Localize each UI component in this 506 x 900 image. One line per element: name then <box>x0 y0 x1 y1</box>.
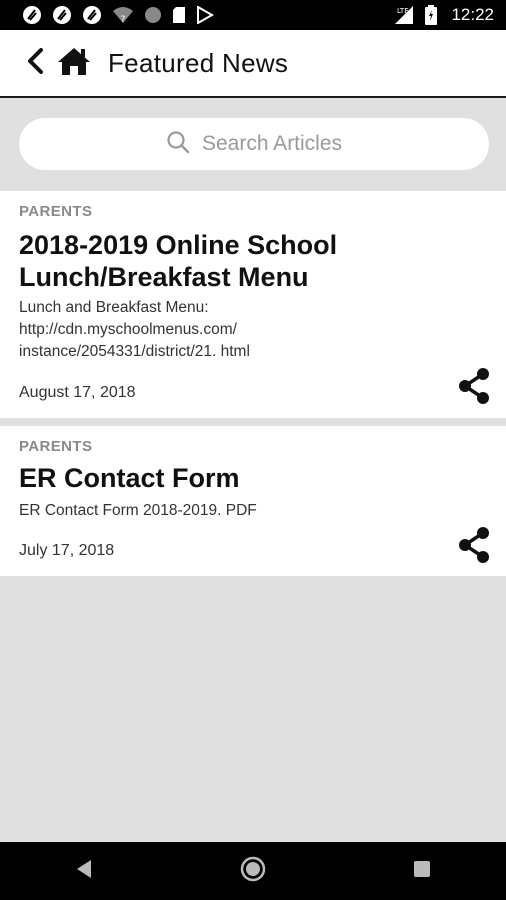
nav-back-button[interactable] <box>64 851 104 891</box>
status-bar-right: LTE 12:22 <box>393 5 494 25</box>
signal-icon: LTE <box>393 5 415 25</box>
chevron-left-icon <box>26 47 44 79</box>
article-summary-line: ER Contact Form 2018-2019. PDF <box>19 502 257 519</box>
share-button[interactable] <box>458 527 490 563</box>
article-summary: ER Contact Form 2018-2019. PDF <box>19 500 446 522</box>
recents-square-icon <box>413 860 431 883</box>
article-card[interactable]: PARENTS 2018-2019 Online School Lunch/Br… <box>0 191 506 418</box>
nav-recents-button[interactable] <box>402 851 442 891</box>
article-title-line: 2018-2019 Online School <box>19 230 338 260</box>
play-store-icon <box>196 6 214 24</box>
search-area: Search Articles <box>0 100 506 190</box>
app-notification-icon <box>52 5 72 25</box>
app-bar: Featured News <box>0 30 506 98</box>
status-bar-left: ? <box>22 5 214 25</box>
back-button[interactable] <box>26 46 48 80</box>
nav-home-button[interactable] <box>233 851 273 891</box>
page-title: Featured News <box>108 47 289 78</box>
article-title[interactable]: ER Contact Form <box>19 462 487 494</box>
search-placeholder: Search Articles <box>201 132 343 155</box>
article-category: PARENTS <box>19 438 93 455</box>
circle-icon <box>144 6 162 24</box>
article-summary-line: Lunch and Breakfast Menu: <box>19 299 209 316</box>
article-title-line: ER Contact Form <box>19 463 240 493</box>
app-notification-icon <box>82 5 102 25</box>
home-circle-icon <box>240 856 266 887</box>
share-icon <box>458 527 490 567</box>
back-triangle-icon <box>75 859 93 884</box>
home-button[interactable] <box>56 46 92 80</box>
search-icon <box>166 130 190 159</box>
share-button[interactable] <box>458 368 490 404</box>
article-summary-line: instance/2054331/district/21. html <box>19 343 250 360</box>
app-notification-icon <box>22 5 42 25</box>
battery-icon <box>425 5 438 25</box>
wifi-unknown-icon: ? <box>112 6 134 24</box>
home-icon <box>56 46 92 81</box>
article-title-line: Lunch/Breakfast Menu <box>19 262 309 292</box>
article-summary-line: http://cdn.myschoolmenus.com/ <box>19 321 237 338</box>
article-category: PARENTS <box>19 203 93 220</box>
status-time: 12:22 <box>451 5 494 24</box>
network-type-label: LTE <box>397 7 409 15</box>
search-input[interactable]: Search Articles <box>19 118 489 170</box>
article-title[interactable]: 2018-2019 Online School Lunch/Breakfast … <box>19 229 487 293</box>
article-date: July 17, 2018 <box>19 542 115 559</box>
status-bar: ? LTE 12:22 <box>0 0 506 30</box>
article-summary: Lunch and Breakfast Menu: http://cdn.mys… <box>19 297 446 363</box>
sd-card-icon <box>172 6 186 24</box>
share-icon <box>458 368 490 408</box>
article-card[interactable]: PARENTS ER Contact Form ER Contact Form … <box>0 426 506 576</box>
system-nav-bar <box>0 842 506 900</box>
svg-text:?: ? <box>121 15 126 24</box>
article-date: August 17, 2018 <box>19 384 136 401</box>
